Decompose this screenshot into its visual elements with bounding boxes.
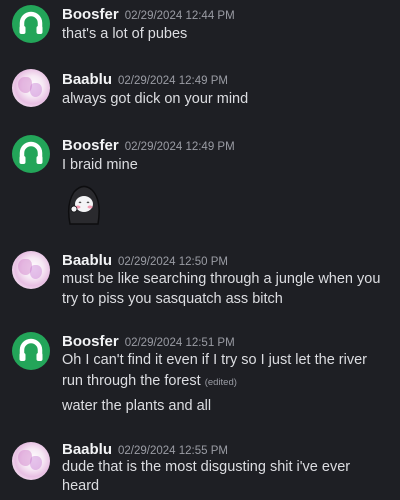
timestamp: 02/29/2024 12:55 PM	[118, 445, 228, 457]
headphones-icon	[19, 11, 43, 34]
timestamp: 02/29/2024 12:49 PM	[124, 141, 235, 153]
username[interactable]: Boosfer	[62, 6, 119, 23]
message-text: try to piss you sasquatch ass bitch	[62, 291, 283, 307]
edited-label: (edited)	[204, 377, 237, 388]
message-text: run through the forest (edited)	[62, 373, 237, 389]
avatar[interactable]	[12, 332, 50, 370]
message-text: always got dick on your mind	[62, 91, 249, 107]
hooded-blushing-character-sticker[interactable]	[62, 182, 104, 226]
message-group: Baablu 02/29/2024 12:49 PM always got dic…	[0, 60, 400, 130]
message-text-fragment: run through the forest	[62, 373, 201, 389]
message-text: water the plants and all	[62, 398, 212, 414]
avatar[interactable]	[12, 251, 50, 289]
avatar[interactable]	[12, 5, 50, 43]
message-text: dude that is the most disgusting shit i'…	[62, 459, 351, 475]
message-group: Boosfer 02/29/2024 12:49 PM I braid mine	[0, 130, 400, 240]
message-text: Oh I can't find it even if I try so I ju…	[62, 352, 367, 368]
username[interactable]: Baablu	[62, 441, 112, 458]
avatar[interactable]	[12, 135, 50, 173]
timestamp: 02/29/2024 12:51 PM	[124, 337, 235, 349]
message-group: Boosfer 02/29/2024 12:44 PM that's a lot …	[0, 0, 400, 60]
message-text: that's a lot of pubes	[62, 26, 188, 42]
message-group: Boosfer 02/29/2024 12:51 PM Oh I can't fi…	[0, 325, 400, 430]
username[interactable]: Baablu	[62, 71, 112, 88]
message-group: Baablu 02/29/2024 12:55 PM dude that is t…	[0, 430, 400, 500]
timestamp: 02/29/2024 12:50 PM	[118, 256, 228, 268]
headphones-icon	[19, 338, 43, 361]
username[interactable]: Baablu	[62, 252, 112, 269]
username[interactable]: Boosfer	[62, 137, 119, 154]
avatar[interactable]	[12, 69, 50, 107]
avatar[interactable]	[12, 442, 50, 480]
username[interactable]: Boosfer	[62, 333, 119, 350]
timestamp: 02/29/2024 12:44 PM	[124, 10, 235, 22]
timestamp: 02/29/2024 12:49 PM	[118, 75, 228, 87]
message-text: heard	[62, 478, 100, 494]
message-text: I braid mine	[62, 157, 138, 173]
headphones-icon	[19, 141, 43, 164]
message-group: Baablu 02/29/2024 12:50 PM must be like s…	[0, 240, 400, 325]
message-text: must be like searching through a jungle …	[62, 271, 381, 287]
